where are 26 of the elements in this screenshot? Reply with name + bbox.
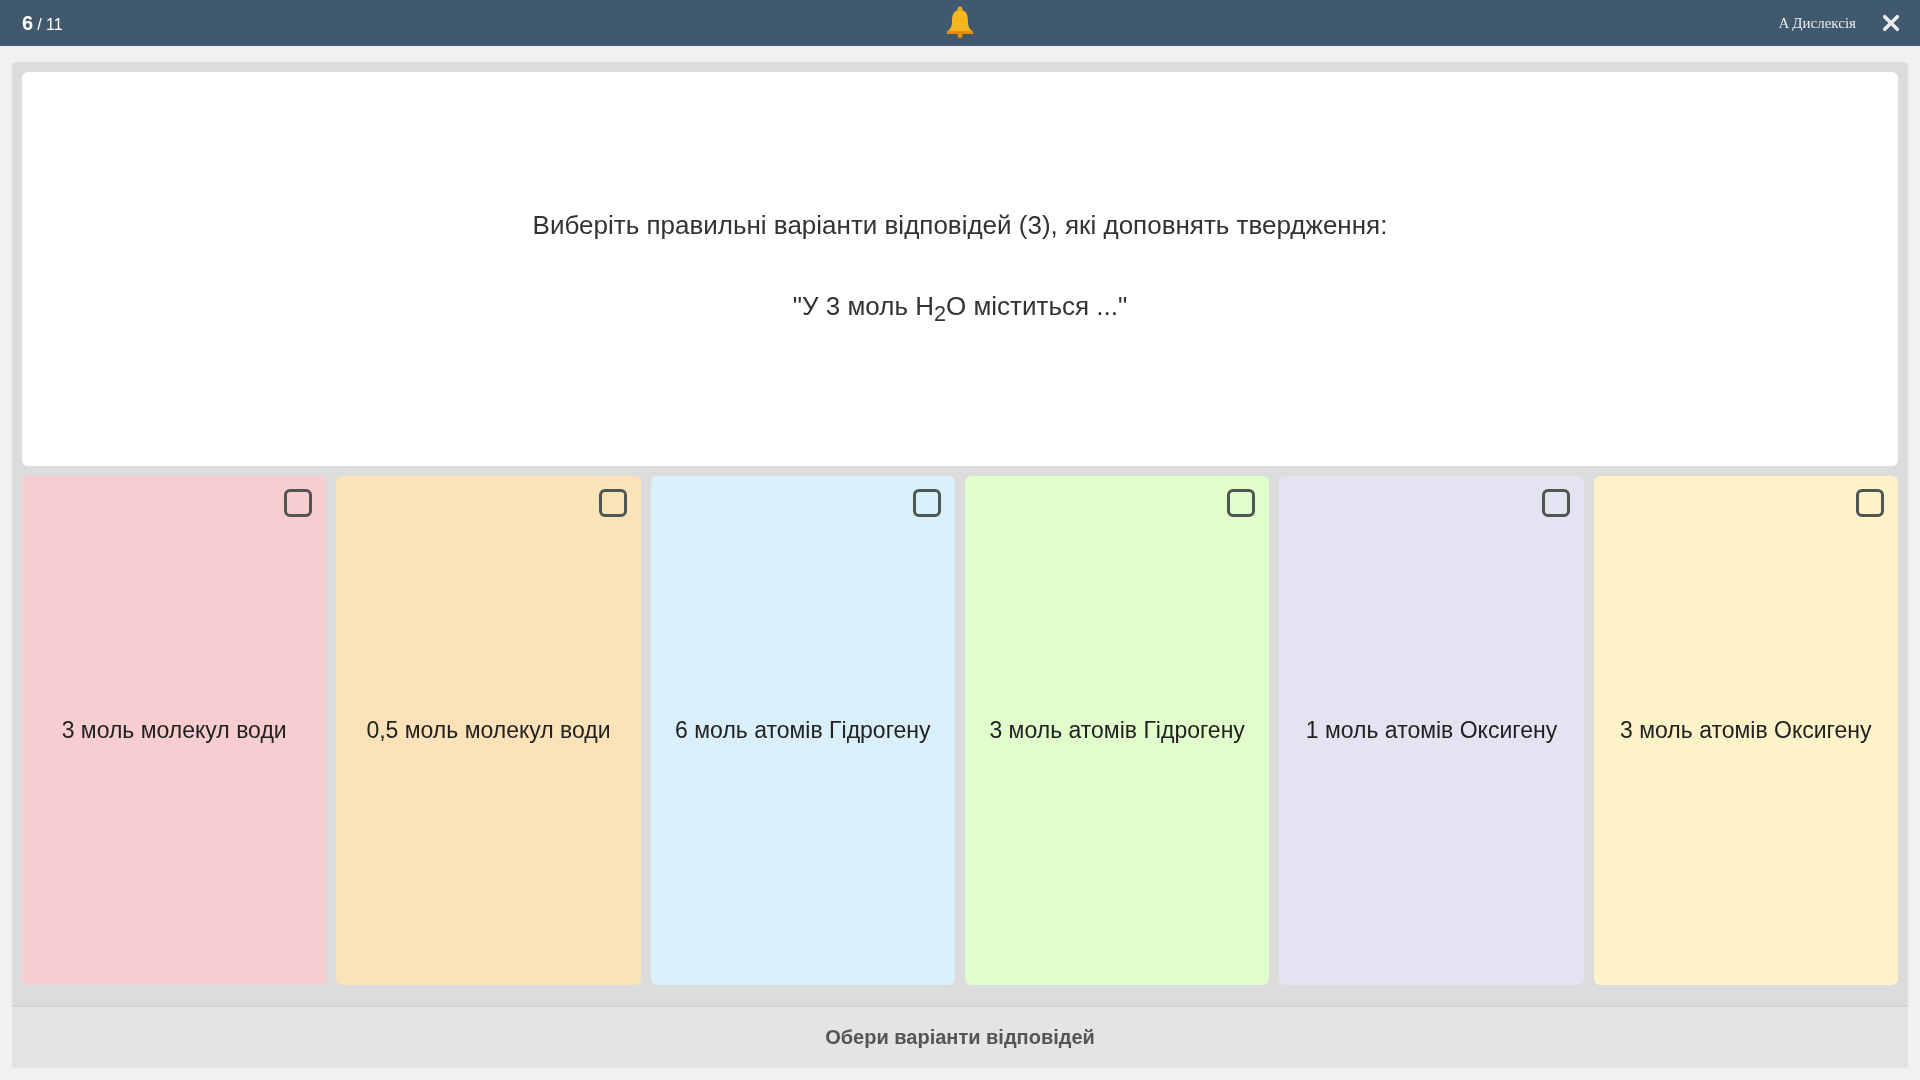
answer-card[interactable]: 0,5 моль молекул води [336, 476, 641, 985]
bell-icon [946, 6, 974, 38]
answer-card[interactable]: 1 моль атомів Оксигену [1279, 476, 1584, 985]
dyslexia-button[interactable]: A Дислексія [1778, 14, 1856, 32]
checkbox[interactable] [1541, 489, 1570, 517]
question-total: / 11 [37, 15, 63, 34]
answer-text: 3 моль атомів Оксигену [1619, 717, 1873, 744]
checkbox[interactable] [598, 489, 627, 517]
answer-text: 0,5 моль молекул води [365, 717, 612, 744]
answer-card[interactable]: 6 моль атомів Гідрогену [650, 476, 955, 985]
answer-text: 6 моль атомів Гідрогену [674, 717, 932, 744]
checkbox[interactable] [1227, 489, 1256, 517]
checkbox[interactable] [1855, 489, 1884, 517]
question-number: 6 [22, 11, 34, 35]
answer-text: 3 моль молекул води [60, 717, 288, 744]
answer-card[interactable]: 3 моль атомів Оксигену [1593, 476, 1898, 985]
checkbox[interactable] [913, 489, 941, 517]
answer-card[interactable]: 3 моль атомів Гідрогену [965, 476, 1270, 985]
hint-text: Обери варіанти відповідей [825, 1026, 1095, 1049]
checkbox[interactable] [284, 489, 313, 517]
question-statement: "У 3 моль H$_{2}$O міститься ..." [792, 291, 1128, 328]
close-icon[interactable] [1882, 14, 1900, 32]
question-text: Виберіть правильні варіанти відповідей (3), які доповнять твердження: [532, 210, 1388, 242]
answer-text: 3 моль атомів Гідрогену [988, 717, 1246, 744]
answer-card[interactable]: 3 моль молекул води [22, 476, 327, 985]
answer-text: 1 моль атомів Оксигену [1304, 717, 1559, 744]
